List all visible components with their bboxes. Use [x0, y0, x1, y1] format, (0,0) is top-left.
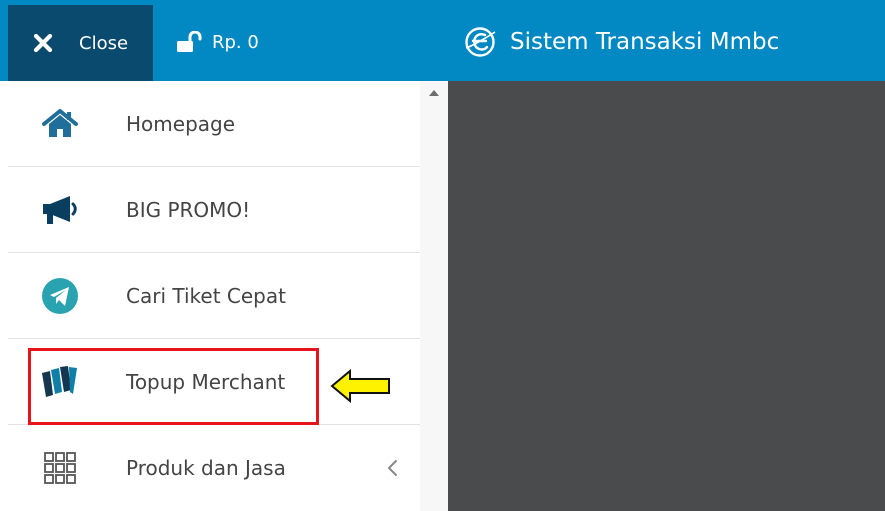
megaphone-icon [38, 188, 82, 232]
arrow-annotation-icon [330, 368, 392, 404]
sidebar-item-label: Produk dan Jasa [126, 456, 286, 480]
balance-button[interactable]: Rp. 0 [176, 28, 259, 56]
sidebar-item-big-promo[interactable]: BIG PROMO! [8, 167, 420, 253]
content-overlay[interactable] [448, 81, 885, 511]
sidebar-scrollbar[interactable] [420, 81, 448, 511]
telegram-icon [38, 274, 82, 318]
sidebar-item-label: Cari Tiket Cepat [126, 283, 286, 308]
sidebar-item-produk-jasa[interactable]: Produk dan Jasa [8, 425, 420, 511]
chevron-left-icon[interactable] [384, 458, 400, 478]
close-button[interactable]: Close [8, 5, 153, 81]
sidebar-item-label: Homepage [126, 111, 236, 136]
grid-icon [38, 446, 82, 490]
home-icon [38, 102, 82, 146]
app-window: Close Rp. 0 Sistem Transaksi Mmbc Homepa… [0, 0, 885, 511]
sidebar-item-label: BIG PROMO! [126, 197, 251, 222]
balance-label: Rp. 0 [212, 31, 259, 53]
highlight-annotation [28, 348, 319, 425]
app-title: Sistem Transaksi Mmbc [462, 24, 779, 60]
sidebar-item-cari-tiket[interactable]: Cari Tiket Cepat [8, 253, 420, 339]
unlock-icon [176, 31, 202, 53]
close-label: Close [79, 32, 129, 54]
top-header: Close Rp. 0 Sistem Transaksi Mmbc [0, 0, 885, 81]
scroll-up-icon[interactable] [429, 90, 439, 96]
sidebar-item-homepage[interactable]: Homepage [8, 81, 420, 167]
app-title-text: Sistem Transaksi Mmbc [510, 29, 780, 55]
sidebar-menu: Homepage BIG PROMO! Cari Tiket Cepat Top… [8, 81, 420, 511]
globe-logo-icon [462, 24, 498, 60]
close-icon [33, 33, 53, 53]
